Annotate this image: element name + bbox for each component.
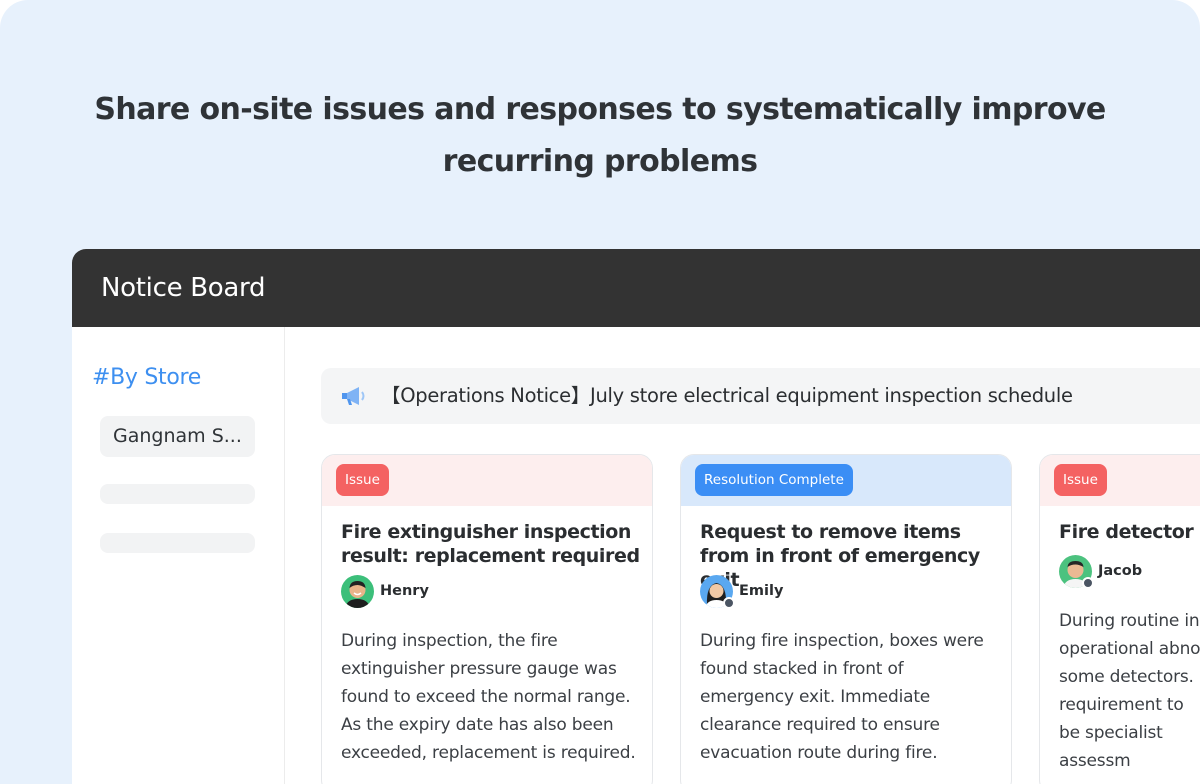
pinned-notice[interactable]: 【Operations Notice】July store electrical…: [321, 368, 1200, 424]
avatar: [341, 575, 374, 608]
hero-headline: Share on-site issues and responses to sy…: [0, 84, 1200, 188]
card-header: Issue: [1040, 455, 1200, 506]
megaphone-icon: [342, 387, 365, 405]
hero-headline-line1: Share on-site issues and responses to sy…: [94, 92, 1106, 127]
card-header: Issue: [322, 455, 652, 506]
issue-card[interactable]: Resolution Complete Request to remove it…: [680, 454, 1012, 784]
author-name: Jacob: [1098, 563, 1143, 579]
app-header: Notice Board: [72, 249, 1200, 327]
card-title: Fire extinguisher inspection result: rep…: [341, 521, 640, 567]
hero-headline-line2: recurring problems: [442, 144, 758, 179]
card-body: During routine ins operational abnor som…: [1059, 611, 1200, 771]
sidebar: #By Store Gangnam S...: [72, 327, 285, 784]
sidebar-heading[interactable]: #By Store: [92, 365, 201, 390]
card-body: During inspection, the fire extinguisher…: [341, 631, 636, 763]
status-badge: Resolution Complete: [695, 464, 853, 496]
author-name: Emily: [739, 583, 784, 599]
status-badge: Issue: [336, 464, 389, 496]
sidebar-item-placeholder: [100, 533, 255, 553]
card-header: Resolution Complete: [681, 455, 1011, 506]
sidebar-item-placeholder: [100, 484, 255, 504]
admin-badge-icon: [723, 597, 735, 609]
sidebar-item-store[interactable]: Gangnam S...: [100, 416, 255, 457]
author-name: Henry: [380, 583, 429, 599]
issue-card[interactable]: Issue Fire detector m Jacob During routi…: [1039, 454, 1200, 784]
card-body: During fire inspection, boxes were found…: [700, 631, 984, 763]
card-title: Fire detector m: [1059, 521, 1200, 543]
issue-card[interactable]: Issue Fire extinguisher inspection resul…: [321, 454, 653, 784]
notice-board-window: Notice Board #By Store Gangnam S... 【Ope…: [72, 249, 1200, 784]
app-title: Notice Board: [101, 273, 266, 303]
status-badge: Issue: [1054, 464, 1107, 496]
notice-text: 【Operations Notice】July store electrical…: [381, 384, 1073, 407]
admin-badge-icon: [1082, 577, 1094, 589]
